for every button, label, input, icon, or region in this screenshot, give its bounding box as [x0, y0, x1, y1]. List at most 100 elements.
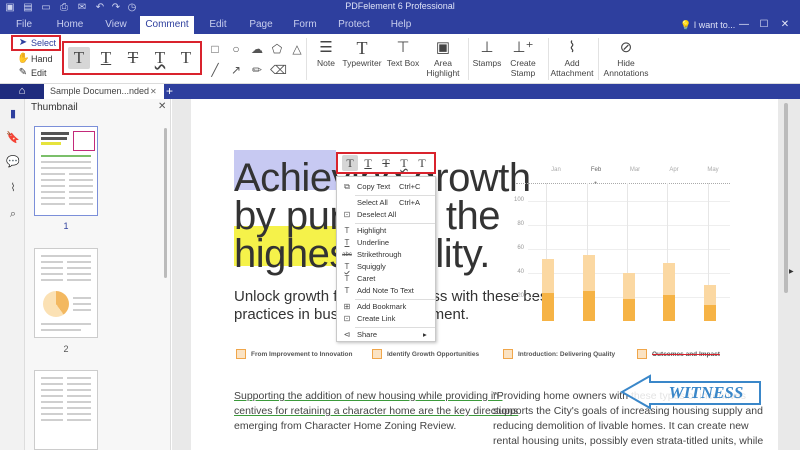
menu-view[interactable]: View	[96, 16, 136, 34]
hide-annotations-button[interactable]: ⊘ Hide Annotations	[600, 38, 652, 78]
page-thumbnail-1[interactable]	[34, 126, 98, 216]
para-right-line-3[interactable]: reducing demolition of livable homes. It…	[493, 420, 749, 432]
witness-stamp[interactable]: WITNESS	[620, 372, 765, 412]
page-thumbnail-3[interactable]	[34, 370, 98, 450]
menu-home[interactable]: Home	[50, 16, 90, 34]
close-thumbnail-panel-icon[interactable]: ✕	[158, 101, 166, 112]
strikethrough-text-tool[interactable]: T	[122, 47, 144, 69]
polygon-icon[interactable]: ⬠	[270, 42, 284, 56]
share-icon: ⊲	[343, 330, 351, 339]
strikethrough-icon: abc	[342, 252, 352, 258]
thumbnail-panel-icon[interactable]: ▮	[6, 107, 20, 121]
menu-edit[interactable]: Edit	[200, 16, 236, 34]
ctx-deselect-all[interactable]: ⊡ Deselect All	[337, 209, 435, 221]
search-icon[interactable]: ⌕	[6, 207, 20, 221]
ctx-strikethrough[interactable]: abc Strikethrough	[337, 249, 435, 261]
ctx-create-link[interactable]: ⊡ Create Link	[337, 313, 435, 325]
highlight-text-tool[interactable]: T	[68, 47, 90, 69]
mini-squiggly-tool[interactable]: T	[396, 155, 412, 171]
rectangle-icon[interactable]: □	[208, 42, 222, 56]
expand-panel-arrow-icon[interactable]: ▶	[789, 268, 794, 275]
cloud-icon[interactable]: ☁	[250, 42, 264, 56]
minimize-button[interactable]: —	[734, 16, 754, 34]
para-right-line-4[interactable]: rental housing units, possibly even stra…	[493, 435, 763, 447]
home-tab[interactable]: ⌂	[0, 84, 44, 99]
menu-bar: File Home View Comment Edit Page Form Pr…	[0, 16, 800, 34]
menu-comment[interactable]: Comment	[140, 16, 194, 34]
ctx-highlight[interactable]: T Highlight	[337, 225, 435, 237]
eraser-icon[interactable]: ⌫	[270, 63, 287, 77]
menu-page[interactable]: Page	[242, 16, 280, 34]
ctx-select-all[interactable]: Select All Ctrl+A	[337, 197, 435, 209]
ctx-share-label: Share	[357, 330, 378, 339]
pencil-icon[interactable]: ✏	[250, 63, 264, 77]
para-left-line-2[interactable]: centives for retaining a character home …	[234, 405, 518, 417]
create-stamp-icon: ⊥⁺	[512, 39, 534, 56]
menu-help[interactable]: Help	[384, 16, 418, 34]
left-sidebar-rail: ▮ 🔖 💬 ⌇ ⌕	[0, 99, 25, 450]
ctx-squiggly[interactable]: T Squiggly	[337, 261, 435, 273]
para-left-line-3[interactable]: emerging from Character Home Zoning Revi…	[234, 420, 456, 432]
area-highlight-button[interactable]: ▣ Area Highlight	[420, 38, 466, 78]
bookmark-icon[interactable]: 🔖	[6, 131, 20, 145]
mini-underline-tool[interactable]: T	[360, 155, 376, 171]
edit-mode-button[interactable]: ✎ Edit	[17, 66, 47, 80]
hand-icon: ✋	[17, 53, 30, 64]
new-tab-button[interactable]: +	[166, 84, 178, 99]
tag-icon	[637, 349, 647, 359]
chart-month-jan: Jan	[551, 167, 561, 173]
y-tick-100: 100	[513, 197, 524, 203]
squiggly-icon: T	[344, 262, 350, 271]
ctx-underline[interactable]: T Underline	[337, 237, 435, 249]
chart-point-marker: ●	[594, 180, 598, 186]
page-thumbnail-2[interactable]	[34, 248, 98, 338]
add-note-icon: T	[344, 286, 350, 295]
chart-month-feb: Feb	[590, 167, 602, 173]
triangle-icon[interactable]: △	[290, 42, 304, 56]
ctx-deselect-all-label: Deselect All	[357, 210, 397, 219]
select-mode-button[interactable]: ➤ Select	[17, 36, 56, 50]
close-button[interactable]: ✕	[775, 16, 795, 34]
create-stamp-button[interactable]: ⊥⁺ Create Stamp	[500, 38, 546, 78]
menu-protect[interactable]: Protect	[332, 16, 376, 34]
hide-annotations-label-2: Annotations	[603, 68, 649, 78]
close-tab-icon[interactable]: ✕	[150, 84, 157, 99]
mini-strikethrough-tool[interactable]: T	[378, 155, 394, 171]
line-icon[interactable]: ╱	[208, 63, 222, 77]
para-left-line-1[interactable]: Supporting the addition of new housing w…	[234, 390, 503, 402]
document-tab[interactable]: Sample Documen...nded ✕	[44, 84, 164, 99]
ctx-copy-text[interactable]: ⧉ Copy Text Ctrl+C	[337, 181, 435, 193]
underline-icon: T	[344, 238, 350, 247]
typewriter-button[interactable]: T Typewriter	[340, 38, 384, 68]
typewriter-icon: T	[356, 38, 368, 58]
ctx-caret[interactable]: T Caret	[337, 273, 435, 285]
arrow-icon[interactable]: ↗	[229, 63, 243, 77]
mini-highlight-tool[interactable]: T	[342, 155, 358, 171]
maximize-button[interactable]: ☐	[754, 16, 774, 34]
ctx-select-all-shortcut: Ctrl+A	[399, 198, 421, 207]
chart-gridline	[528, 225, 730, 226]
chart-bar-segment-jan	[542, 292, 555, 321]
caret-text-tool[interactable]: T	[175, 47, 197, 69]
attachment-icon[interactable]: ⌇	[6, 181, 20, 195]
ctx-share[interactable]: ⊲ Share ▸	[337, 329, 435, 341]
ctx-caret-label: Caret	[357, 274, 376, 283]
area-highlight-icon: ▣	[435, 39, 451, 56]
mini-caret-tool[interactable]: T	[414, 155, 430, 171]
comment-icon[interactable]: 💬	[6, 155, 20, 169]
thumbnail-scrollbar[interactable]	[164, 128, 167, 278]
oval-icon[interactable]: ○	[229, 42, 243, 56]
ctx-select-all-label: Select All	[357, 198, 388, 207]
ctx-add-note-to-text[interactable]: T Add Note To Text	[337, 285, 435, 297]
search-help[interactable]: 💡 I want to...	[680, 16, 735, 34]
menu-form[interactable]: Form	[286, 16, 324, 34]
hand-label: Hand	[31, 54, 53, 64]
underline-text-tool[interactable]: T	[95, 47, 117, 69]
hand-mode-button[interactable]: ✋ Hand	[17, 52, 53, 66]
squiggly-text-tool[interactable]: T	[149, 47, 171, 69]
chart-top-dotted-line	[516, 183, 730, 184]
ctx-add-bookmark[interactable]: ⊞ Add Bookmark	[337, 301, 435, 313]
menu-file[interactable]: File	[6, 16, 42, 34]
add-attachment-button[interactable]: ⌇ Add Attachment	[548, 38, 596, 78]
document-scrollbar[interactable]	[784, 103, 788, 293]
